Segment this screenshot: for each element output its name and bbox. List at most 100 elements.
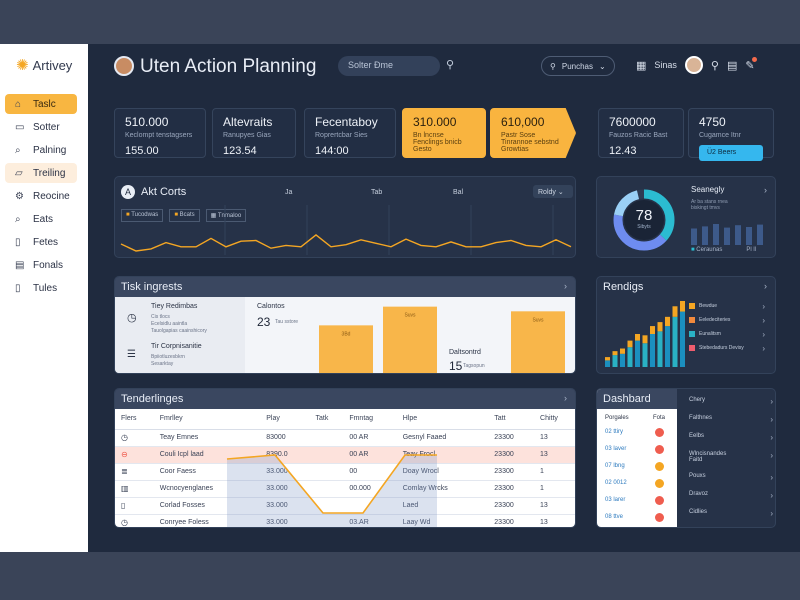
- kpi-action-button[interactable]: Ü2 Beers: [699, 145, 763, 161]
- side-list-item[interactable]: Wlncisnandes Faitd ›: [689, 451, 773, 473]
- kpi-card[interactable]: 310.000 Bn lncnse Fenclings bnicb Gesto: [402, 108, 486, 158]
- kpi-number: 144:00: [315, 145, 349, 157]
- side-list-item[interactable]: Pouxs ›: [689, 473, 773, 491]
- kpi-card[interactable]: 7600000 Fauzos Racic Bast 12.43: [598, 108, 684, 158]
- table-cell: 23300: [488, 463, 535, 481]
- stacked-bar-segment: [680, 311, 685, 367]
- sidebar-item-label: Treiling: [33, 167, 66, 179]
- task-panel: Tisk ingrests › ◷ Tiey Redimbas Cis tloc…: [114, 276, 576, 374]
- search-icon[interactable]: ⚲: [711, 59, 719, 72]
- table-row[interactable]: ≣ Coor Faess 33.000 00 Doay Wrocl 23300 1: [115, 463, 575, 481]
- sidebar-item-eats[interactable]: ⌕ Eats: [5, 209, 77, 229]
- chevron-right-icon: ›: [762, 343, 765, 353]
- sidebar-item-palning[interactable]: ⌕ Palning: [5, 140, 77, 160]
- table-row[interactable]: ⊖ Couli Icpl laad 8390.0 00 AR Teay Frocl 233…: [115, 446, 575, 464]
- page-title: Uten Action Planning: [140, 56, 317, 77]
- table-row[interactable]: ◷ Teay Emnes 83000 00 AR Gesnyl Faaed 23300 13: [115, 429, 575, 447]
- kpi-card[interactable]: Altevraits Ranupyes Gias 123.54: [212, 108, 296, 158]
- ring-caption: Sibyts: [637, 224, 651, 230]
- akt-line-chart: [120, 205, 572, 255]
- status-dot: [655, 462, 664, 471]
- side-list-item[interactable]: Chery ›: [689, 397, 773, 415]
- table-row[interactable]: ▥ Wcnocyenglanes 33.000 00.000 Comlay Wrcks 2…: [115, 480, 575, 498]
- brand[interactable]: ✺ Artivey: [0, 54, 88, 76]
- column-header[interactable]: Play: [260, 409, 310, 430]
- sidebar-item-tules[interactable]: ▯ Tules: [5, 278, 77, 298]
- chevron-right-icon[interactable]: ›: [564, 281, 567, 291]
- chevron-right-icon[interactable]: ›: [764, 281, 767, 291]
- kpi-number: 155.00: [125, 145, 159, 157]
- legend-item[interactable]: Eeledeciteries ›: [689, 313, 769, 327]
- legend-item[interactable]: Stebedadurs Devisy ›: [689, 341, 769, 355]
- topbar: Uten Action Planning Solter Ðme ⚲ ⚲ Punc…: [88, 44, 800, 88]
- side-list-label: Dravoz: [689, 491, 709, 497]
- sun-logo-icon: ✺: [16, 57, 29, 74]
- dashbard-side-list: Chery › Falthnes › Eelbs › Wlncisnandes Faitd ›…: [689, 397, 773, 527]
- side-list-item[interactable]: Falthnes ›: [689, 415, 773, 433]
- grid-icon[interactable]: ▦: [636, 59, 646, 72]
- table-cell: 33.000: [260, 463, 310, 481]
- search-icon: ⚲: [550, 61, 556, 71]
- sidebar-item-label: Sotter: [33, 121, 60, 133]
- dashbard-row-label[interactable]: 08 ttve: [605, 514, 623, 520]
- notification-icon[interactable]: ✎: [745, 56, 757, 72]
- column-header[interactable]: Fmntag: [343, 409, 397, 430]
- sidebar-item-fetes[interactable]: ▯ Fetes: [5, 232, 77, 252]
- clipboard-icon[interactable]: ▤: [727, 59, 737, 72]
- sidebar-item-treiling[interactable]: ▱ Treiling: [5, 163, 77, 183]
- stacked-bar-segment: [620, 353, 625, 367]
- table-cell: 00.000: [343, 480, 397, 498]
- column-header[interactable]: Chitty: [534, 409, 575, 430]
- column-header[interactable]: Tatk: [309, 409, 344, 430]
- mini-bar: [757, 224, 763, 245]
- side-list-item[interactable]: Eelbs ›: [689, 433, 773, 451]
- kpi-subtitle: Cugamce Itnr: [699, 132, 742, 139]
- filter-dropdown[interactable]: ⚲ Punchas ⌄: [541, 56, 615, 76]
- kpi-value: 4750: [699, 115, 726, 129]
- dashbard-row-label[interactable]: 03 laver: [605, 446, 626, 452]
- chevron-right-icon: ›: [770, 433, 773, 442]
- user-avatar[interactable]: [684, 56, 703, 74]
- legend-item[interactable]: Bewdue ›: [689, 299, 769, 313]
- column-header[interactable]: Fmrlley: [153, 409, 261, 430]
- sidebar-item-reocine[interactable]: ⚙ Reocine: [5, 186, 77, 206]
- kpi-card[interactable]: Fecentaboy Roprertcbar Sies 144:00: [304, 108, 396, 158]
- ring-panel: 78 Sibyts Seanegly › Ar ba stans rnea bi…: [596, 176, 776, 258]
- column-header[interactable]: Flers: [115, 409, 154, 430]
- rendigs-legend: Bewdue › Eeledeciteries › Eunalitsm › Stebedad…: [689, 299, 769, 355]
- column-header[interactable]: Hlpe: [396, 409, 489, 430]
- sidebar-item-fonals[interactable]: ▤ Fonals: [5, 255, 77, 275]
- chevron-right-icon: ›: [770, 491, 773, 500]
- kpi-card[interactable]: 510.000 Keclompt tenstagsers 155.00: [114, 108, 206, 158]
- side-list-item[interactable]: Dravoz ›: [689, 491, 773, 509]
- dashbard-row-label[interactable]: 07 lbng: [605, 463, 625, 469]
- kpi-card[interactable]: 610,000 Pastr Sose Tinrannoe sebstnd Grow…: [490, 108, 576, 158]
- dashbard-row-label[interactable]: 02 0012: [605, 480, 627, 486]
- kpi-subtitle: Fauzos Racic Bast: [609, 132, 668, 139]
- chevron-right-icon[interactable]: ›: [564, 393, 567, 403]
- side-list-item[interactable]: Cidlies ›: [689, 509, 773, 527]
- series-line: [120, 234, 572, 252]
- legend-item[interactable]: Eunalitsm ›: [689, 327, 769, 341]
- table-row[interactable]: ◷ Conryee Foless 33.000 03.AR Laay Wd 23300 13: [115, 514, 575, 527]
- table-cell: 23300: [488, 480, 535, 498]
- search-input[interactable]: Solter Ðme: [338, 56, 440, 76]
- dashbard-row-label[interactable]: 02 ttiry: [605, 429, 623, 435]
- search-icon[interactable]: ⚲: [446, 58, 454, 71]
- status-dot: [655, 428, 664, 437]
- table-row[interactable]: ▯ Corlad Fosses 33.000 Laed 23300 13: [115, 497, 575, 515]
- column-header[interactable]: Tatt: [488, 409, 535, 430]
- chevron-right-icon[interactable]: ›: [764, 185, 767, 195]
- status-dot: [655, 479, 664, 488]
- kpi-value: Fecentaboy: [315, 115, 378, 129]
- rendigs-panel: Rendigs › Bewdue › Eeledeciteries › Eunalits…: [596, 276, 776, 374]
- table-cell: Wcnocyenglanes: [153, 480, 261, 498]
- task-body: ◷ Tiey Redimbas Cis tlocs Ecelsidlu aain…: [115, 297, 575, 373]
- sidebar-item-label: Tules: [33, 282, 58, 294]
- sidebar-item-taslc[interactable]: ⌂ Taslc: [5, 94, 77, 114]
- mini-bar: [724, 227, 730, 245]
- kpi-card[interactable]: 4750 Cugamce Itnr Ü2 Beers: [688, 108, 774, 161]
- dashbard-row-label[interactable]: 03 larer: [605, 497, 625, 503]
- sidebar-item-sotter[interactable]: ▭ Sotter: [5, 117, 77, 137]
- table-cell: 83000: [260, 429, 310, 447]
